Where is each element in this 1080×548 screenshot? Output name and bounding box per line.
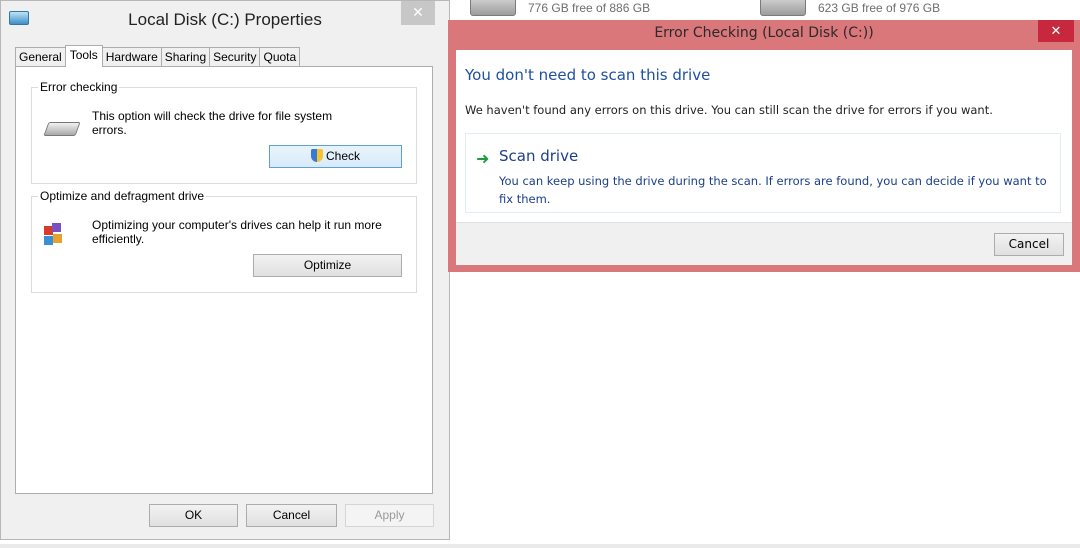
window-title: Local Disk (C:) Properties xyxy=(128,10,322,29)
bottom-edge xyxy=(0,544,1080,548)
dialog-close-button[interactable]: ✕ xyxy=(1038,20,1074,42)
tab-quota[interactable]: Quota xyxy=(259,47,301,66)
hard-drive-icon xyxy=(760,0,806,16)
check-button[interactable]: Check xyxy=(269,145,402,168)
dialog-footer: Cancel xyxy=(456,222,1072,265)
dialog-title[interactable]: Error Checking (Local Disk (C:)) xyxy=(448,25,1080,41)
hard-drive-icon xyxy=(470,0,516,16)
tools-tab-panel: Error checking This option will check th… xyxy=(15,66,433,494)
tab-sharing[interactable]: Sharing xyxy=(160,47,211,66)
scan-drive-description: You can keep using the drive during the … xyxy=(499,174,1047,206)
optimize-legend: Optimize and defragment drive xyxy=(38,189,207,203)
tab-strip: General Tools Hardware Sharing Security … xyxy=(15,45,301,67)
green-arrow-icon: ➜ xyxy=(476,149,490,168)
dialog-info-text: We haven't found any errors on this driv… xyxy=(465,103,993,117)
tab-security[interactable]: Security xyxy=(209,47,261,66)
properties-window: Local Disk (C:) Properties ✕ General Too… xyxy=(0,0,450,540)
tab-tools[interactable]: Tools xyxy=(64,45,103,67)
apply-button[interactable]: Apply xyxy=(345,504,434,527)
drive-e-free-space: 623 GB free of 976 GB xyxy=(818,1,941,15)
dialog-cancel-button[interactable]: Cancel xyxy=(994,233,1064,256)
uac-shield-icon xyxy=(310,149,323,162)
close-button[interactable]: ✕ xyxy=(401,1,435,25)
error-checking-legend: Error checking xyxy=(38,80,120,94)
tab-hardware[interactable]: Hardware xyxy=(101,47,162,66)
optimize-description: Optimizing your computer's drives can he… xyxy=(92,218,382,246)
error-checking-dialog: Error Checking (Local Disk (C:)) ✕ You d… xyxy=(448,20,1080,272)
cancel-button[interactable]: Cancel xyxy=(246,504,337,527)
defragment-icon xyxy=(44,223,66,247)
error-checking-description: This option will check the drive for fil… xyxy=(92,109,333,137)
error-checking-group: Error checking This option will check th… xyxy=(31,80,417,184)
properties-titlebar[interactable]: Local Disk (C:) Properties ✕ xyxy=(1,1,449,39)
ok-button[interactable]: OK xyxy=(149,504,238,527)
optimize-button[interactable]: Optimize xyxy=(253,254,402,277)
dialog-body: You don't need to scan this drive We hav… xyxy=(456,50,1072,265)
drive-d-free-space: 776 GB free of 886 GB xyxy=(528,1,651,15)
scan-drive-command-link[interactable]: ➜ Scan drive You can keep using the driv… xyxy=(465,133,1061,213)
optimize-group: Optimize and defragment drive Optimizing… xyxy=(31,189,417,293)
scan-drive-title: Scan drive xyxy=(499,147,579,165)
tab-general[interactable]: General xyxy=(15,47,66,66)
check-button-label: Check xyxy=(325,149,360,163)
hard-drive-icon xyxy=(43,122,81,136)
dialog-heading: You don't need to scan this drive xyxy=(465,66,711,84)
